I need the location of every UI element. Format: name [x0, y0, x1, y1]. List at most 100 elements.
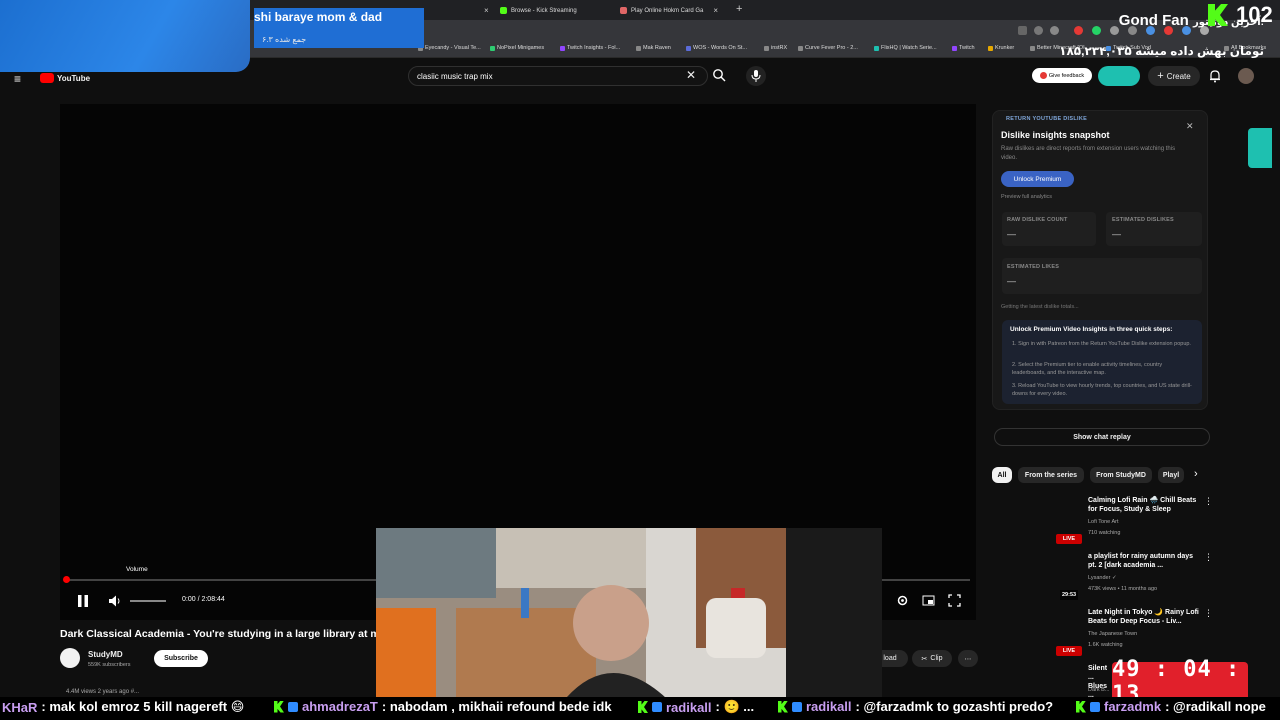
extension-icon[interactable]: [1110, 26, 1119, 35]
bookmark-label: WOS - Words On St...: [693, 45, 747, 51]
recommendation-title[interactable]: a playlist for rainy autumn days pt. 2 […: [1088, 552, 1200, 570]
recommendation-title[interactable]: Silent ... Blues ...: [1088, 664, 1112, 700]
channel-avatar[interactable]: [60, 648, 80, 668]
search-query-text: clasiic music trap mix: [417, 71, 493, 81]
kick-badge-icon: [638, 701, 648, 713]
recommendation-channel[interactable]: Lofi Tone Art: [1088, 519, 1118, 525]
create-button[interactable]: + Create: [1148, 66, 1200, 86]
more-vert-icon[interactable]: ⋮: [1204, 496, 1213, 507]
unlock-premium-button[interactable]: Unlock Premium: [1001, 171, 1074, 187]
search-input[interactable]: clasiic music trap mix: [408, 66, 708, 86]
miniplayer-icon[interactable]: [922, 594, 935, 607]
tab-close-prev[interactable]: ×: [440, 2, 495, 19]
feedback-label: Give feedback: [1048, 72, 1085, 79]
bookmark-item[interactable]: Eyecandy - Visual Te...: [418, 45, 481, 51]
voice-search-icon[interactable]: [746, 66, 766, 86]
hamburger-menu-icon[interactable]: ≡: [14, 72, 21, 86]
chip-from-channel[interactable]: From StudyMD: [1090, 467, 1152, 483]
clear-search-icon[interactable]: ✕: [686, 68, 696, 82]
donation-message: shi baraye mom & dad: [254, 10, 383, 24]
progress-scrubber[interactable]: [63, 576, 70, 583]
show-chat-replay-button[interactable]: Show chat replay: [994, 428, 1210, 446]
kick-favicon-icon: [500, 7, 507, 14]
recommendation-channel[interactable]: Dark B...: [1088, 687, 1109, 693]
channel-name[interactable]: StudyMD: [88, 650, 123, 659]
subscriber-badge-icon: [1090, 701, 1100, 712]
donor-name: Gond Fan: [1118, 12, 1189, 29]
recommendation-channel[interactable]: Lysander ✓: [1088, 575, 1117, 581]
ticker-text: : mak kol emroz 5 kill nagereft 😄: [41, 699, 245, 714]
pause-icon[interactable]: [76, 594, 90, 608]
cast-icon[interactable]: [1018, 26, 1027, 35]
recommendation-channel[interactable]: The Japanese Town: [1088, 631, 1137, 637]
chip-playlists[interactable]: Playl: [1158, 467, 1184, 483]
tab-kick[interactable]: Browse - Kick Streaming ×: [494, 2, 631, 19]
extension-side-tab[interactable]: [1248, 128, 1272, 168]
more-vert-icon[interactable]: ⋮: [1204, 552, 1213, 563]
raw-dislike-value: —: [1007, 229, 1016, 239]
chip-from-series[interactable]: From the series: [1018, 467, 1084, 483]
ticker-message: KHaR : mak kol emroz 5 kill nagereft 😄: [2, 699, 244, 715]
bookmark-item[interactable]: Krunker: [988, 45, 1014, 51]
zoom-icon[interactable]: [1034, 26, 1043, 35]
subscribe-button[interactable]: Subscribe: [154, 650, 208, 667]
donation-total: ۱۸۵,۲۳۴,۰۳۵ تومان بهش داده میشه: [1059, 44, 1264, 58]
ticker-user: farzadmk: [1104, 699, 1162, 714]
subscriber-badge-icon: [288, 701, 298, 712]
volume-icon[interactable]: [108, 594, 122, 608]
bookmark-icon: [686, 45, 691, 51]
hokm-favicon-icon: [620, 7, 627, 14]
tab-hokm[interactable]: Play Online Hokm Card Ga ×: [614, 2, 724, 19]
bookmark-item[interactable]: instRX: [764, 45, 787, 51]
ticker-user: ahmadrezaT: [302, 699, 378, 714]
give-feedback-button[interactable]: Give feedback: [1032, 68, 1092, 83]
donation-banner: [0, 0, 250, 72]
volume-slider[interactable]: [130, 600, 166, 602]
more-vert-icon[interactable]: ⋮: [1204, 608, 1213, 619]
screen: Browse - Kick Streaming × Play Online Ho…: [0, 0, 1280, 720]
ticker-message: ahmadrezaT : nabodam , mikhaii refound b…: [274, 699, 612, 714]
bookmark-item[interactable]: WOS - Words On St...: [686, 45, 747, 51]
bookmark-item[interactable]: Curve Fever Pro - 2...: [798, 45, 858, 51]
close-tab-icon[interactable]: ×: [484, 6, 489, 15]
recommendation-title[interactable]: Late Night in Tokyo 🌙 Rainy Lofi Beats f…: [1088, 608, 1200, 626]
extension-icon[interactable]: [1074, 26, 1083, 35]
bookmark-icon: [490, 45, 495, 51]
bookmark-item[interactable]: Twitch Insights - Fol...: [560, 45, 620, 51]
extension-toggle-button[interactable]: [1098, 66, 1140, 86]
youtube-play-icon: [40, 73, 54, 83]
more-actions-button[interactable]: ⋯: [958, 650, 978, 667]
bookmark-item[interactable]: Mak Raven: [636, 45, 671, 51]
bookmark-icon: [560, 45, 565, 51]
settings-gear-icon[interactable]: [896, 594, 909, 607]
chip-all[interactable]: All: [992, 467, 1012, 483]
notifications-bell-icon[interactable]: [1208, 69, 1222, 83]
close-tab-icon[interactable]: ×: [713, 6, 718, 15]
subscriber-badge-icon: [792, 701, 802, 712]
star-icon[interactable]: [1050, 26, 1059, 35]
tab-kick-label: Browse - Kick Streaming: [511, 7, 577, 14]
bookmark-icon: [636, 45, 641, 51]
youtube-logo-text: YouTube: [57, 73, 91, 83]
ticker-text: : @radikall nope: [1165, 699, 1266, 714]
chevron-right-icon[interactable]: ›: [1194, 468, 1198, 480]
more-icon: ⋯: [964, 655, 972, 663]
bookmark-label: instRX: [771, 45, 788, 51]
kick-badge-icon: [778, 700, 788, 713]
bookmark-icon: [764, 45, 769, 51]
bookmark-item[interactable]: FlixHQ | Watch Serie...: [874, 45, 937, 51]
recommendation-title[interactable]: Calming Lofi Rain 🌧️ Chill Beats for Foc…: [1088, 496, 1200, 514]
recommendation-meta: 473K views • 11 months ago: [1088, 586, 1158, 592]
search-icon[interactable]: [712, 68, 726, 82]
account-avatar[interactable]: [1238, 68, 1254, 84]
youtube-logo[interactable]: YouTube: [40, 73, 90, 83]
fullscreen-icon[interactable]: [948, 594, 961, 607]
new-tab-icon[interactable]: +: [736, 3, 742, 15]
bookmark-item[interactable]: Twitch: [952, 45, 975, 51]
bookmark-label: Mak Raven: [643, 45, 671, 51]
close-icon[interactable]: ✕: [1186, 121, 1194, 132]
clip-button[interactable]: ✂ Clip: [912, 650, 952, 667]
bookmark-item[interactable]: NoPixel Minigames: [490, 45, 544, 51]
bookmark-label: Curve Fever Pro - 2...: [805, 45, 858, 51]
whatsapp-icon[interactable]: [1092, 26, 1101, 35]
